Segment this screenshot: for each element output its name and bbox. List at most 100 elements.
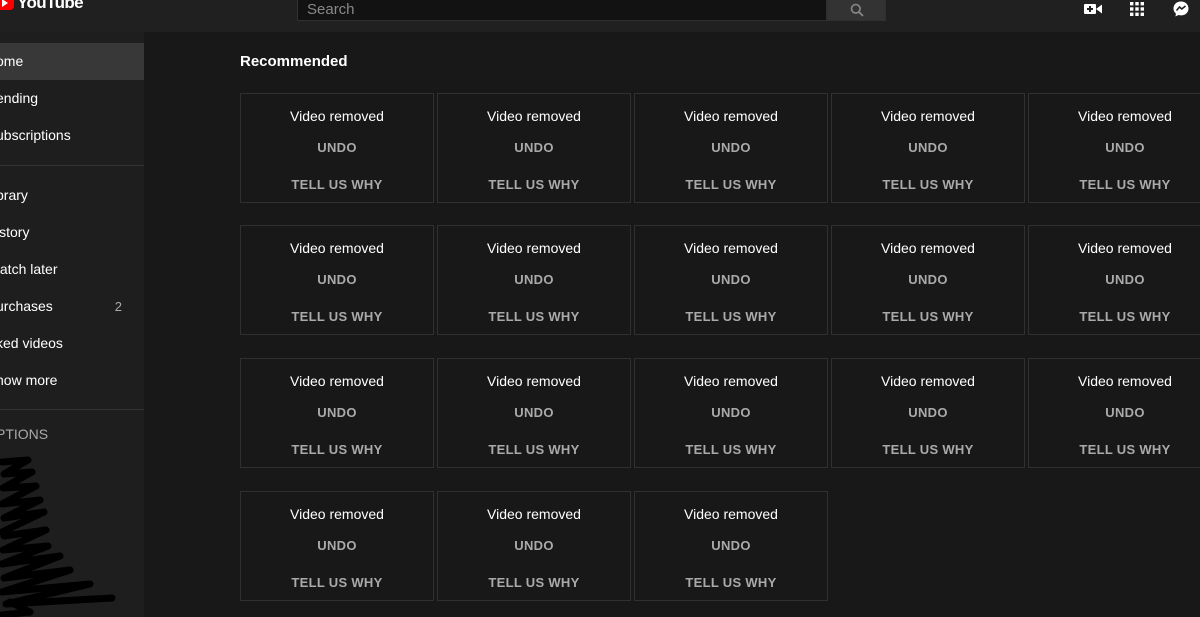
play-logo-icon xyxy=(0,0,14,10)
undo-button[interactable]: UNDO xyxy=(241,140,433,155)
tell-us-why-button[interactable]: TELL US WHY xyxy=(438,442,630,457)
card-title: Video removed xyxy=(684,373,778,389)
card-title: Video removed xyxy=(487,373,581,389)
search-input[interactable] xyxy=(298,0,826,20)
sidebar-item-label: ending xyxy=(0,90,39,106)
tell-us-why-button[interactable]: TELL US WHY xyxy=(1029,442,1200,457)
apps-button[interactable] xyxy=(1126,0,1148,20)
tell-us-why-button[interactable]: TELL US WHY xyxy=(241,177,433,192)
sidebar-item-label: brary xyxy=(0,187,28,203)
tell-us-why-button[interactable]: TELL US WHY xyxy=(1029,177,1200,192)
card-title: Video removed xyxy=(684,506,778,522)
undo-button[interactable]: UNDO xyxy=(635,140,827,155)
undo-button[interactable]: UNDO xyxy=(1029,272,1200,287)
card-title: Video removed xyxy=(1078,108,1172,124)
tell-us-why-button[interactable]: TELL US WHY xyxy=(832,309,1024,324)
removed-video-card: Video removed UNDO TELL US WHY xyxy=(437,358,631,468)
sidebar-divider xyxy=(0,409,144,410)
removed-video-card: Video removed UNDO TELL US WHY xyxy=(634,93,828,203)
card-title: Video removed xyxy=(290,373,384,389)
tell-us-why-button[interactable]: TELL US WHY xyxy=(438,177,630,192)
card-title: Video removed xyxy=(684,108,778,124)
removed-video-card: Video removed UNDO TELL US WHY xyxy=(831,358,1025,468)
removed-video-card: Video removed UNDO TELL US WHY xyxy=(1028,225,1200,335)
tell-us-why-button[interactable]: TELL US WHY xyxy=(832,442,1024,457)
undo-button[interactable]: UNDO xyxy=(438,405,630,420)
removed-video-card: Video removed UNDO TELL US WHY xyxy=(240,491,434,601)
sidebar-item-trending[interactable]: ending xyxy=(0,80,144,117)
removed-video-card: Video removed UNDO TELL US WHY xyxy=(1028,93,1200,203)
undo-button[interactable]: UNDO xyxy=(635,272,827,287)
card-title: Video removed xyxy=(881,240,975,256)
tell-us-why-button[interactable]: TELL US WHY xyxy=(241,309,433,324)
removed-video-card: Video removed UNDO TELL US WHY xyxy=(634,491,828,601)
purchases-count-badge: 2 xyxy=(114,299,122,314)
undo-button[interactable]: UNDO xyxy=(832,405,1024,420)
tell-us-why-button[interactable]: TELL US WHY xyxy=(438,575,630,590)
undo-button[interactable]: UNDO xyxy=(832,140,1024,155)
sidebar-item-watch-later[interactable]: /atch later xyxy=(0,251,144,288)
sidebar-item-purchases[interactable]: urchases 2 xyxy=(0,288,144,325)
sidebar-item-library[interactable]: brary xyxy=(0,177,144,214)
card-title: Video removed xyxy=(487,108,581,124)
tell-us-why-button[interactable]: TELL US WHY xyxy=(438,309,630,324)
undo-button[interactable]: UNDO xyxy=(1029,140,1200,155)
create-video-button[interactable] xyxy=(1082,0,1104,20)
sidebar-item-history[interactable]: istory xyxy=(0,214,144,251)
removed-video-card: Video removed UNDO TELL US WHY xyxy=(437,93,631,203)
card-title: Video removed xyxy=(881,108,975,124)
card-title: Video removed xyxy=(290,506,384,522)
search-button[interactable] xyxy=(827,0,886,21)
messages-button[interactable] xyxy=(1170,0,1192,20)
tell-us-why-button[interactable]: TELL US WHY xyxy=(241,575,433,590)
undo-button[interactable]: UNDO xyxy=(438,140,630,155)
undo-button[interactable]: UNDO xyxy=(635,405,827,420)
undo-button[interactable]: UNDO xyxy=(832,272,1024,287)
tell-us-why-button[interactable]: TELL US WHY xyxy=(635,575,827,590)
sidebar-item-label: ked videos xyxy=(0,335,63,351)
sidebar-item-home[interactable]: ome xyxy=(0,43,144,80)
tell-us-why-button[interactable]: TELL US WHY xyxy=(635,177,827,192)
tell-us-why-button[interactable]: TELL US WHY xyxy=(241,442,433,457)
tell-us-why-button[interactable]: TELL US WHY xyxy=(832,177,1024,192)
guide-sidebar: ome ending ubscriptions brary istory /at… xyxy=(0,32,144,617)
redaction-scribble xyxy=(0,456,116,617)
card-title: Video removed xyxy=(1078,373,1172,389)
removed-video-card: Video removed UNDO TELL US WHY xyxy=(1028,358,1200,468)
removed-video-card: Video removed UNDO TELL US WHY xyxy=(831,93,1025,203)
undo-button[interactable]: UNDO xyxy=(1029,405,1200,420)
sidebar-item-label: how more xyxy=(0,372,58,388)
sidebar-item-label: ubscriptions xyxy=(0,127,71,143)
removed-video-card: Video removed UNDO TELL US WHY xyxy=(634,358,828,468)
sidebar-divider xyxy=(0,165,144,166)
card-title: Video removed xyxy=(684,240,778,256)
sidebar-item-label: urchases xyxy=(0,298,53,314)
undo-button[interactable]: UNDO xyxy=(438,538,630,553)
undo-button[interactable]: UNDO xyxy=(241,405,433,420)
removed-video-card: Video removed UNDO TELL US WHY xyxy=(634,225,828,335)
card-title: Video removed xyxy=(487,240,581,256)
undo-button[interactable]: UNDO xyxy=(241,272,433,287)
tell-us-why-button[interactable]: TELL US WHY xyxy=(635,442,827,457)
logo-text: YouTube xyxy=(17,0,84,12)
search-icon xyxy=(850,3,864,17)
card-title: Video removed xyxy=(1078,240,1172,256)
youtube-logo[interactable]: YouTube xyxy=(0,0,84,12)
sidebar-item-liked-videos[interactable]: ked videos xyxy=(0,325,144,362)
undo-button[interactable]: UNDO xyxy=(635,538,827,553)
sidebar-item-label: istory xyxy=(0,224,30,240)
removed-video-card: Video removed UNDO TELL US WHY xyxy=(240,358,434,468)
create-video-icon xyxy=(1084,4,1102,14)
tell-us-why-button[interactable]: TELL US WHY xyxy=(635,309,827,324)
sidebar-item-show-more[interactable]: how more xyxy=(0,362,144,399)
sidebar-section-heading: PTIONS xyxy=(0,426,49,442)
sidebar-item-subscriptions[interactable]: ubscriptions xyxy=(0,117,144,154)
tell-us-why-button[interactable]: TELL US WHY xyxy=(1029,309,1200,324)
card-title: Video removed xyxy=(881,373,975,389)
section-title-recommended: Recommended xyxy=(240,53,348,70)
undo-button[interactable]: UNDO xyxy=(438,272,630,287)
messages-icon xyxy=(1173,1,1189,17)
sidebar-item-label: /atch later xyxy=(0,261,58,277)
undo-button[interactable]: UNDO xyxy=(241,538,433,553)
apps-grid-icon xyxy=(1130,2,1144,16)
